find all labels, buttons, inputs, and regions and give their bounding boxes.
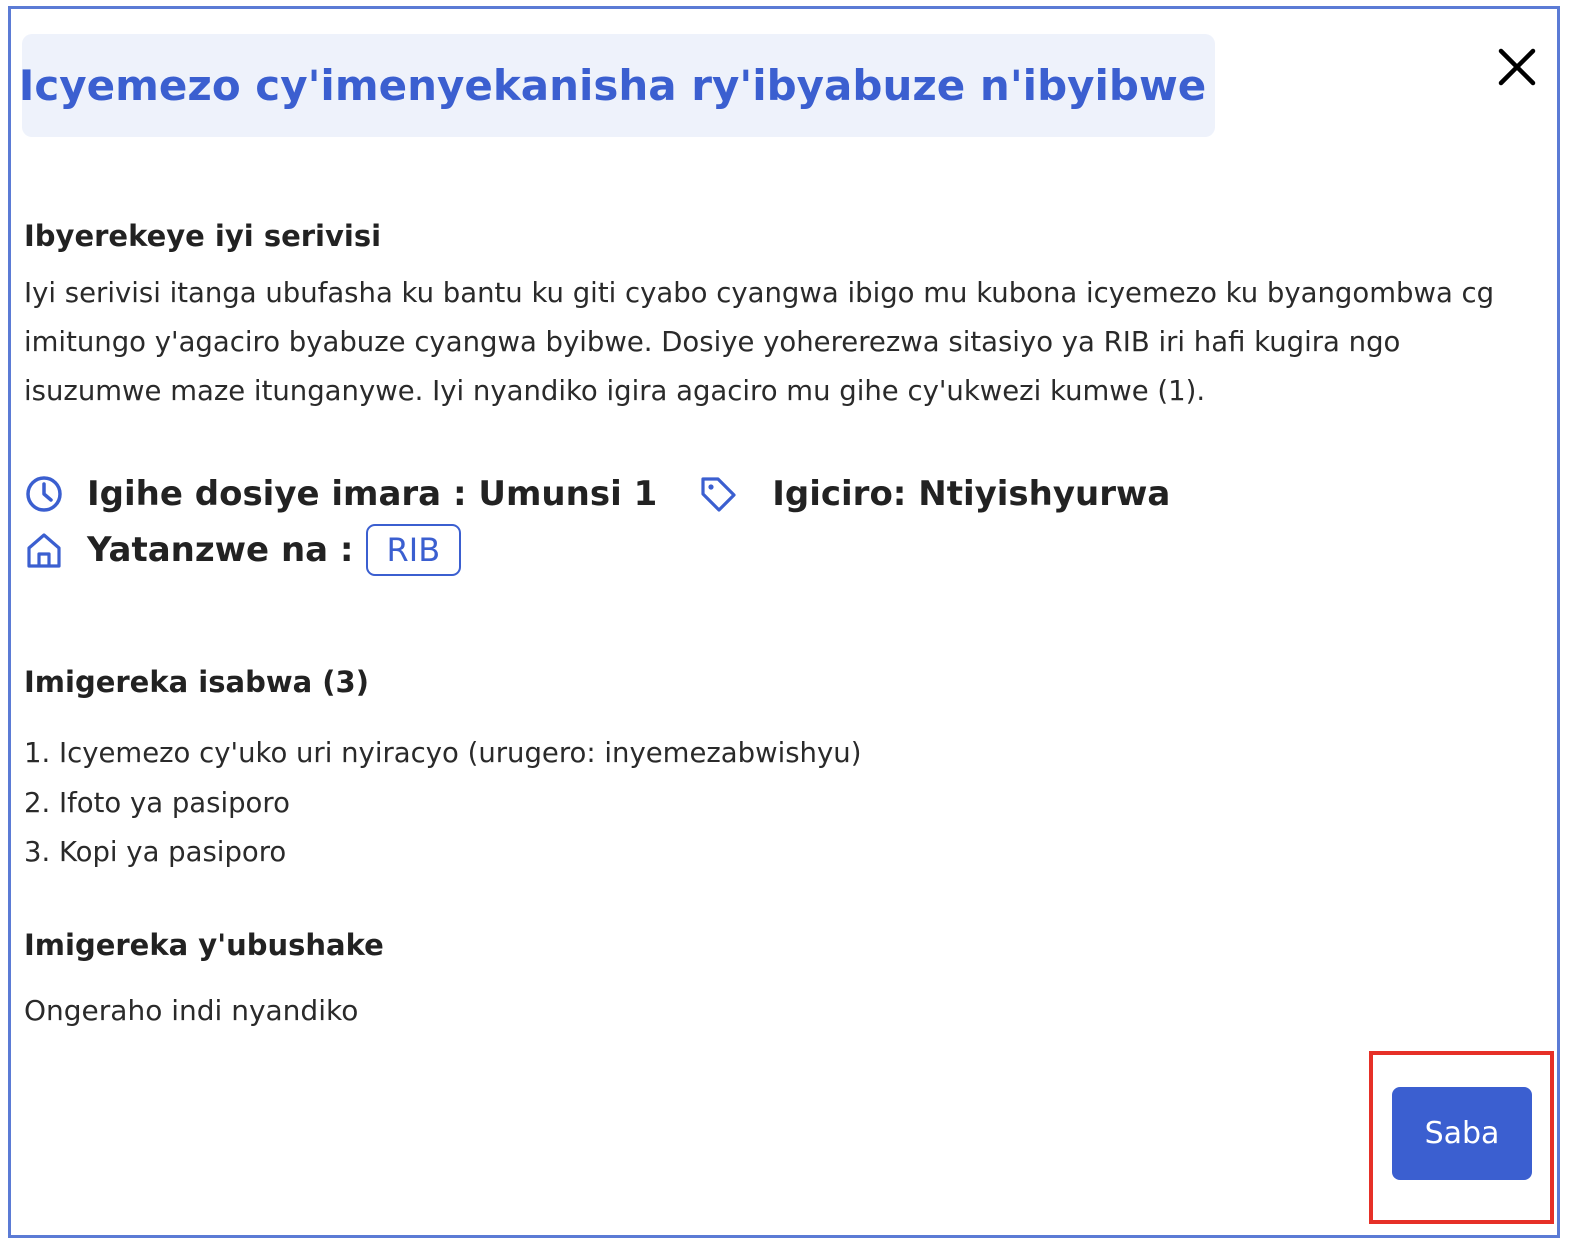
provider-label: Yatanzwe na : — [87, 530, 354, 570]
service-modal: Icyemezo cy'imenyekanisha ry'ibyabuze n'… — [8, 6, 1560, 1238]
list-item: 3. Kopi ya pasiporo — [24, 836, 287, 868]
list-item: 1. Icyemezo cy'uko uri nyiracyo (urugero… — [24, 737, 862, 769]
apply-button[interactable]: Saba — [1392, 1087, 1532, 1180]
price: Igiciro: Ntiyishyurwa — [772, 474, 1171, 514]
service-description: Iyi serivisi itanga ubufasha ku bantu ku… — [24, 277, 1495, 407]
about-heading: Ibyerekeye iyi serivisi — [24, 219, 382, 253]
modal-title: Icyemezo cy'imenyekanisha ry'ibyabuze n'… — [18, 61, 1207, 110]
requirements-heading: Imigereka isabwa (3) — [24, 665, 369, 699]
add-document-link[interactable]: Ongeraho indi nyandiko — [24, 994, 358, 1027]
close-icon[interactable] — [1495, 45, 1539, 89]
meta-row-duration-price: Igihe dosiye imara : Umunsi 1 Igiciro: N… — [24, 474, 1170, 514]
home-icon — [24, 530, 64, 570]
meta-row-provider: Yatanzwe na : RIB — [24, 524, 462, 576]
optional-heading: Imigereka y'ubushake — [24, 928, 384, 962]
tag-icon — [698, 474, 738, 514]
provider-badge: RIB — [365, 524, 462, 576]
processing-time: Igihe dosiye imara : Umunsi 1 — [87, 474, 658, 514]
requirements-list: 1. Icyemezo cy'uko uri nyiracyo (urugero… — [24, 729, 861, 878]
clock-icon — [24, 474, 64, 514]
modal-title-box: Icyemezo cy'imenyekanisha ry'ibyabuze n'… — [19, 34, 1215, 137]
list-item: 2. Ifoto ya pasiporo — [24, 786, 290, 819]
